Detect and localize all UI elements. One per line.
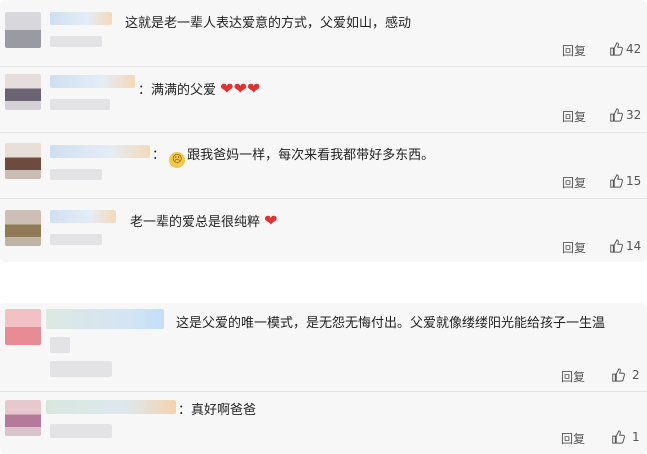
username-blurred[interactable] — [50, 210, 116, 223]
username-blurred[interactable] — [50, 75, 135, 88]
comment-item: 这就是老一辈人表达爱意的方式，父爱如山，感动 回复 42 — [0, 0, 647, 66]
comment-text-prefix: ： — [152, 148, 166, 163]
like-button[interactable]: 32 — [609, 108, 641, 122]
reply-button[interactable]: 回复 — [562, 239, 586, 256]
avatar[interactable] — [5, 143, 41, 179]
meta-blurred — [50, 361, 112, 377]
comment-text-body: ：满满的父爱 — [138, 83, 217, 98]
meta-blurred — [50, 337, 70, 353]
reply-button[interactable]: 回复 — [561, 368, 585, 385]
thumbs-up-icon — [610, 174, 623, 188]
like-button[interactable]: 2 — [611, 368, 640, 382]
comment-text: ：满满的父爱 ❤❤❤ — [138, 80, 260, 100]
like-count: 32 — [626, 108, 642, 122]
reply-button[interactable]: 回复 — [562, 108, 586, 125]
thumbs-up-icon — [610, 108, 623, 122]
comment-card-2: 这是父爱的唯一模式，是无怨无悔付出。父爱就像缕缕阳光能给孩子一生温 回复 2 ：… — [0, 303, 647, 454]
like-count: 1 — [632, 430, 640, 444]
comment-text: 这就是老一辈人表达爱意的方式，父爱如山，感动 — [125, 16, 412, 31]
avatar[interactable] — [5, 12, 41, 48]
thumbs-up-icon — [610, 42, 623, 56]
thumbs-up-icon — [612, 430, 625, 444]
comment-text: 这是父爱的唯一模式，是无怨无悔付出。父爱就像缕缕阳光能给孩子一生温 — [176, 316, 606, 331]
like-button[interactable]: 14 — [609, 239, 641, 253]
username-blurred[interactable] — [50, 12, 112, 25]
meta-blurred — [50, 234, 102, 245]
username-blurred[interactable] — [46, 400, 176, 414]
meta-blurred — [50, 36, 102, 47]
comment-text: ：真好啊爸爸 — [178, 403, 257, 418]
avatar[interactable] — [5, 400, 41, 436]
username-blurred[interactable] — [46, 309, 164, 329]
reply-button[interactable]: 回复 — [562, 174, 586, 191]
like-count: 42 — [626, 42, 642, 56]
comment-item: 这是父爱的唯一模式，是无怨无悔付出。父爱就像缕缕阳光能给孩子一生温 回复 2 — [0, 303, 647, 391]
like-button[interactable]: 42 — [609, 42, 641, 56]
heart-icon: ❤❤❤ — [220, 79, 261, 98]
comment-card-1: 这就是老一辈人表达爱意的方式，父爱如山，感动 回复 42 ：满满的父爱 ❤❤❤ … — [0, 0, 647, 262]
avatar[interactable] — [5, 210, 41, 246]
like-button[interactable]: 1 — [611, 430, 640, 444]
heart-icon: ❤ — [264, 211, 278, 230]
sad-face-icon: ☹ — [169, 152, 186, 168]
meta-blurred — [50, 99, 110, 110]
avatar[interactable] — [5, 309, 41, 345]
comment-text-body: 跟我爸妈一样，每次来看我都带好多东西。 — [187, 148, 435, 163]
meta-blurred — [50, 424, 112, 438]
username-blurred[interactable] — [50, 145, 150, 158]
reply-button[interactable]: 回复 — [561, 430, 585, 447]
like-count: 14 — [626, 239, 642, 253]
thumbs-up-icon — [610, 239, 623, 253]
comment-item: 老一辈的爱总是很纯粹 ❤ 回复 14 — [0, 199, 647, 262]
reply-button[interactable]: 回复 — [562, 42, 586, 59]
comment-item: ：满满的父爱 ❤❤❤ 回复 32 — [0, 67, 647, 132]
like-button[interactable]: 15 — [609, 174, 641, 188]
like-count: 2 — [632, 368, 640, 382]
comment-text: ： ☹ 跟我爸妈一样，每次来看我都带好多东西。 — [152, 147, 434, 168]
comment-text-body: 老一辈的爱总是很纯粹 — [130, 215, 261, 230]
comment-text: 老一辈的爱总是很纯粹 ❤ — [130, 212, 278, 232]
thumbs-up-icon — [612, 368, 625, 382]
comment-item: ：真好啊爸爸 回复 1 — [0, 392, 647, 454]
comment-item: ： ☹ 跟我爸妈一样，每次来看我都带好多东西。 回复 15 — [0, 133, 647, 198]
meta-blurred — [50, 169, 102, 180]
like-count: 15 — [626, 174, 642, 188]
avatar[interactable] — [5, 74, 41, 110]
